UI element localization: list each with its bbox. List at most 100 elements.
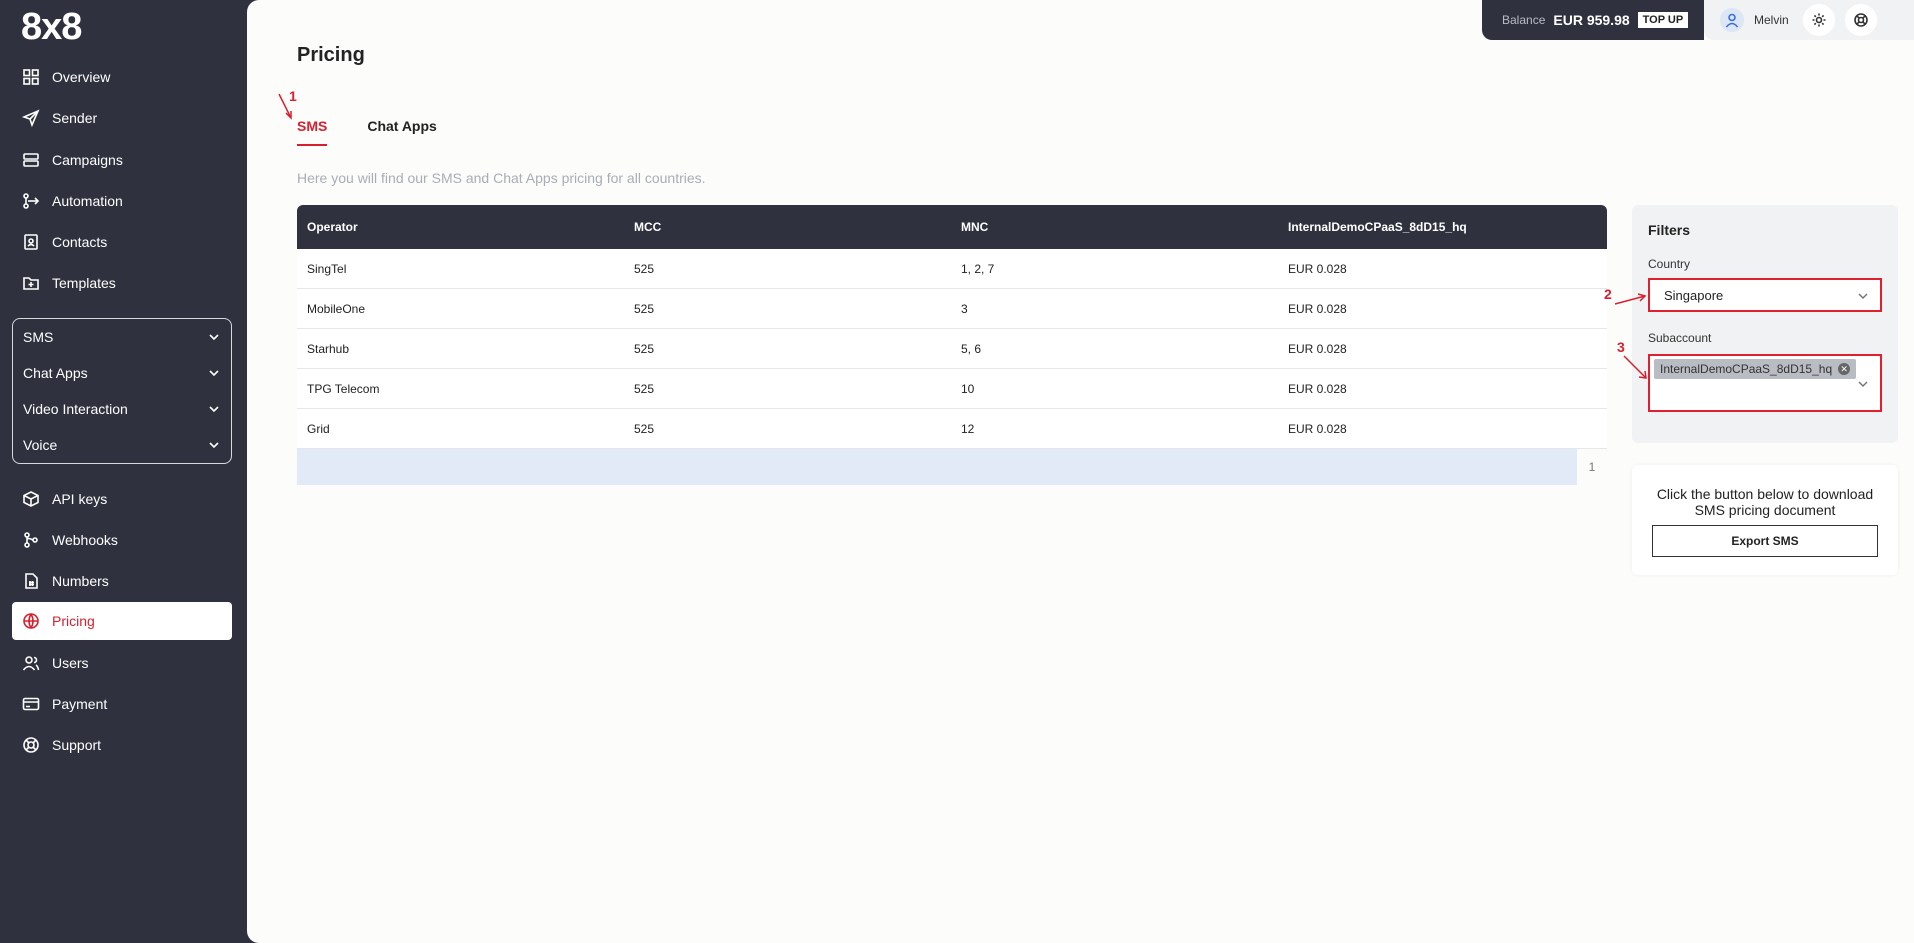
group-label: Chat Apps: [23, 365, 88, 381]
support-button[interactable]: [1844, 4, 1877, 36]
page-number[interactable]: 1: [1577, 449, 1607, 485]
cell-operator: MobileOne: [307, 301, 366, 316]
subaccount-select[interactable]: InternalDemoCPaaS_8dD15_hq ✕: [1648, 354, 1882, 412]
top-up-button[interactable]: TOP UP: [1637, 12, 1689, 28]
gear-icon: [1812, 13, 1826, 27]
sidebar-item-api-keys[interactable]: API keys: [12, 480, 232, 518]
chevron-down-icon: [207, 438, 221, 452]
pagination-bar: [297, 449, 1577, 485]
sidebar-group-video-interaction[interactable]: Video Interaction: [23, 391, 221, 427]
sidebar-item-automation[interactable]: Automation: [12, 182, 232, 220]
sidebar-item-webhooks[interactable]: Webhooks: [12, 521, 232, 559]
user-bar: Melvin: [1704, 0, 1914, 40]
subaccount-label: Subaccount: [1648, 331, 1712, 345]
sidebar-item-label: API keys: [52, 491, 108, 507]
table-row: Grid 525 12 EUR 0.028: [297, 409, 1607, 449]
pricing-table: Operator MCC MNC InternalDemoCPaaS_8dD15…: [297, 205, 1607, 485]
sidebar-item-support[interactable]: Support: [12, 726, 232, 764]
page-title: Pricing: [297, 44, 365, 66]
sidebar-item-label: Webhooks: [52, 532, 118, 548]
sidebar-item-users[interactable]: Users: [12, 644, 232, 682]
lifebuoy-icon: [1853, 13, 1868, 27]
sidebar-item-label: Numbers: [52, 573, 109, 589]
template-icon: [22, 274, 40, 292]
annotation-2: 2: [1604, 286, 1612, 302]
sidebar-item-label: Automation: [52, 193, 123, 209]
sidebar-item-label: Campaigns: [52, 152, 123, 168]
lifebuoy-icon: [22, 736, 40, 754]
group-label: Video Interaction: [23, 401, 128, 417]
table-row: Starhub 525 5, 6 EUR 0.028: [297, 329, 1607, 369]
cube-icon: [22, 490, 40, 508]
sidebar-item-campaigns[interactable]: Campaigns: [12, 141, 232, 179]
sidebar-item-label: Pricing: [52, 613, 95, 629]
user-icon[interactable]: [1720, 8, 1744, 32]
sidebar: 8x8 Overview Sender Campaigns Automation…: [0, 0, 247, 943]
subaccount-chip: InternalDemoCPaaS_8dD15_hq ✕: [1654, 359, 1857, 379]
export-card: Click the button below to download SMS p…: [1632, 465, 1898, 575]
users-icon: [22, 654, 40, 672]
sidebar-item-contacts[interactable]: Contacts: [12, 223, 232, 261]
balance-label: Balance: [1502, 13, 1546, 27]
sidebar-item-numbers[interactable]: Numbers: [12, 562, 232, 600]
cell-mcc: 525: [634, 421, 655, 436]
column-header-mcc[interactable]: MCC: [624, 220, 951, 234]
sidebar-group-sms[interactable]: SMS: [23, 319, 221, 355]
country-label: Country: [1648, 257, 1691, 271]
sidebar-product-group: SMS Chat Apps Video Interaction Voice: [12, 318, 232, 464]
annotation-arrow-3: [1623, 355, 1647, 379]
sidebar-item-label: Support: [52, 737, 102, 753]
filters-panel: Filters Country Singapore Subaccount Int…: [1632, 205, 1898, 443]
sidebar-group-chat-apps[interactable]: Chat Apps: [23, 355, 221, 391]
country-select[interactable]: Singapore: [1648, 278, 1882, 312]
chip-label: InternalDemoCPaaS_8dD15_hq: [1660, 362, 1833, 376]
layers-icon: [22, 151, 40, 169]
sidebar-item-label: Contacts: [52, 234, 108, 250]
export-sms-button[interactable]: Export SMS: [1652, 525, 1878, 557]
sidebar-item-payment[interactable]: Payment: [12, 685, 232, 723]
sidebar-item-label: Payment: [52, 696, 108, 712]
sidebar-item-label: Templates: [52, 275, 116, 291]
cell-mnc: 10: [961, 381, 975, 396]
annotation-arrow-1: [278, 93, 292, 120]
chip-remove-icon[interactable]: ✕: [1838, 363, 1851, 375]
cell-mnc: 5, 6: [961, 341, 982, 356]
column-header-mnc[interactable]: MNC: [951, 220, 1278, 234]
cell-mcc: 525: [634, 381, 655, 396]
hash-icon: [22, 572, 40, 590]
webhook-icon: [22, 531, 40, 549]
cell-price: EUR 0.028: [1288, 341, 1347, 356]
cell-operator: Starhub: [307, 341, 350, 356]
balance-bar: Balance EUR 959.98 TOP UP: [1482, 0, 1704, 40]
cell-price: EUR 0.028: [1288, 301, 1347, 316]
sidebar-item-sender[interactable]: Sender: [12, 99, 232, 137]
grid-icon: [22, 68, 40, 86]
send-icon: [22, 109, 40, 127]
tab-chat-apps[interactable]: Chat Apps: [367, 118, 436, 146]
cell-operator: Grid: [307, 421, 330, 436]
sidebar-item-templates[interactable]: Templates: [12, 264, 232, 302]
group-label: SMS: [23, 329, 54, 345]
column-header-subaccount[interactable]: InternalDemoCPaaS_8dD15_hq: [1278, 220, 1605, 234]
logo[interactable]: 8x8: [21, 6, 82, 49]
user-name[interactable]: Melvin: [1754, 13, 1789, 27]
sidebar-group-voice[interactable]: Voice: [23, 427, 221, 463]
cell-mnc: 1, 2, 7: [961, 261, 995, 276]
main-content: Pricing SMS Chat Apps Here you will find…: [247, 0, 1914, 943]
table-header: Operator MCC MNC InternalDemoCPaaS_8dD15…: [297, 205, 1607, 249]
filters-title: Filters: [1648, 222, 1691, 238]
annotation-arrow-2: [1614, 293, 1647, 305]
sidebar-item-pricing[interactable]: Pricing: [12, 602, 232, 640]
cell-mnc: 3: [961, 301, 968, 316]
cell-mnc: 12: [961, 421, 975, 436]
chevron-down-icon: [207, 402, 221, 416]
tab-sms[interactable]: SMS: [297, 118, 328, 146]
annotation-3: 3: [1617, 339, 1625, 355]
export-description: Click the button below to download SMS p…: [1656, 486, 1874, 518]
cell-mcc: 525: [634, 301, 655, 316]
column-header-operator[interactable]: Operator: [297, 220, 624, 234]
sidebar-item-overview[interactable]: Overview: [12, 58, 232, 96]
chevron-down-icon: [1856, 289, 1870, 303]
flow-icon: [22, 192, 40, 210]
settings-button[interactable]: [1802, 4, 1835, 36]
